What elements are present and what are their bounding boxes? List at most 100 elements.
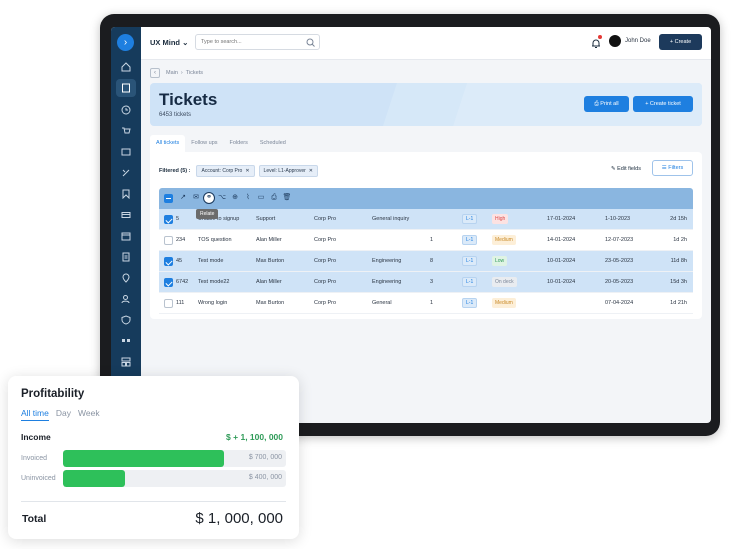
total-label: Total bbox=[22, 513, 47, 525]
divider bbox=[21, 501, 286, 502]
tab-all-time[interactable]: All time bbox=[21, 408, 49, 421]
ticket-title: Test mode bbox=[198, 258, 224, 264]
level-badge: L-1 bbox=[462, 256, 478, 266]
invoiced-bar-fill bbox=[63, 450, 224, 467]
add-circle-icon[interactable]: ⊕ bbox=[230, 193, 240, 203]
chevron-left-icon: ‹ bbox=[154, 70, 156, 76]
total-value: $ 1, 000, 000 bbox=[195, 510, 283, 527]
ticket-due-date: 23-05-2023 bbox=[605, 258, 634, 264]
ticket-id: 111 bbox=[176, 300, 185, 306]
sidebar-toggle-button[interactable]: › bbox=[117, 34, 134, 51]
ticket-title: Wrong login bbox=[198, 300, 228, 306]
ticket-account: Corp Pro bbox=[314, 300, 337, 306]
ticket-title: Test mode22 bbox=[198, 279, 230, 285]
ticket-id: 234 bbox=[176, 237, 186, 243]
avatar[interactable] bbox=[609, 35, 621, 47]
close-icon[interactable]: ✕ bbox=[245, 168, 249, 174]
print-all-button[interactable]: ⎙ Print all bbox=[584, 96, 629, 112]
breadcrumb-parent[interactable]: Main bbox=[166, 70, 178, 76]
ticket-account: Corp Pro bbox=[314, 258, 337, 264]
folder-move-icon[interactable]: ▭ bbox=[256, 193, 266, 203]
row-checkbox[interactable] bbox=[164, 236, 173, 245]
link-icon[interactable]: ⚭ bbox=[203, 192, 215, 204]
table-row[interactable]: 234 TOS question Alan Miller Corp Pro 1 L-1 Me… bbox=[159, 230, 693, 251]
workspace-switcher[interactable]: UX Mind ⌄ bbox=[150, 38, 188, 47]
ticket-created-date: 14-01-2024 bbox=[547, 237, 576, 243]
report-icon[interactable] bbox=[118, 250, 134, 264]
ticket-account: Corp Pro bbox=[314, 279, 337, 285]
notifications-button[interactable] bbox=[591, 35, 602, 54]
row-checkbox[interactable] bbox=[164, 299, 173, 308]
quote-icon[interactable] bbox=[118, 334, 134, 348]
level-badge: L-1 bbox=[462, 235, 478, 245]
search-icon bbox=[306, 38, 315, 47]
income-label: Income bbox=[21, 432, 51, 442]
edit-fields-button[interactable]: ✎ Edit fields bbox=[611, 166, 641, 172]
tab-all-tickets[interactable]: All tickets bbox=[150, 135, 186, 152]
card-icon[interactable] bbox=[118, 208, 134, 222]
table-row[interactable]: 6742 Test mode22 Alan Miller Corp Pro Engine… bbox=[159, 272, 693, 293]
ticket-count: 1 bbox=[430, 237, 434, 243]
table-row[interactable]: 5 Unable to signup Support Corp Pro General … bbox=[159, 209, 693, 230]
level-badge: L-1 bbox=[462, 214, 478, 224]
table-row[interactable]: 45 Test mode Max Burton Corp Pro Engineering… bbox=[159, 251, 693, 272]
location-icon[interactable] bbox=[118, 271, 134, 285]
chart-icon[interactable]: ⌇ bbox=[243, 193, 253, 203]
user-settings-icon[interactable] bbox=[118, 292, 134, 306]
ticket-category: General inquiry bbox=[372, 216, 410, 222]
cart-icon[interactable] bbox=[118, 124, 134, 138]
row-checkbox[interactable] bbox=[164, 278, 173, 287]
mail-icon[interactable]: ✉ bbox=[191, 193, 201, 203]
folder-icon[interactable] bbox=[118, 145, 134, 159]
merge-icon[interactable]: ⌥ bbox=[217, 193, 227, 203]
create-ticket-button[interactable]: + Create ticket bbox=[633, 96, 693, 112]
tickets-icon[interactable] bbox=[116, 79, 136, 97]
tab-scheduled[interactable]: Scheduled bbox=[254, 135, 292, 152]
bookmark-icon[interactable] bbox=[118, 187, 134, 201]
print-icon[interactable]: ⎙ bbox=[269, 193, 279, 203]
tab-folders[interactable]: Folders bbox=[224, 135, 254, 152]
dashboard-icon[interactable] bbox=[118, 355, 134, 369]
card-title: Profitability bbox=[21, 388, 85, 400]
select-all-checkbox[interactable] bbox=[164, 194, 173, 203]
breadcrumb: ‹ Main › Tickets bbox=[150, 68, 203, 78]
search-input[interactable] bbox=[201, 39, 301, 45]
close-icon[interactable]: ✕ bbox=[309, 168, 313, 174]
level-badge: L-1 bbox=[462, 298, 478, 308]
chevron-down-icon: ⌄ bbox=[182, 38, 189, 47]
ticket-id: 6742 bbox=[176, 279, 189, 285]
shield-icon[interactable] bbox=[118, 313, 134, 327]
chevron-right-icon: › bbox=[180, 70, 183, 76]
row-checkbox[interactable] bbox=[164, 257, 173, 266]
priority-badge: Medium bbox=[492, 235, 516, 245]
ticket-age: 2d 15h bbox=[670, 216, 687, 222]
ticket-category: Engineering bbox=[372, 279, 402, 285]
workspace-name: UX Mind bbox=[150, 38, 180, 47]
trash-icon[interactable]: 🗑 bbox=[282, 193, 292, 203]
back-button[interactable]: ‹ bbox=[150, 68, 160, 78]
row-checkbox[interactable] bbox=[164, 215, 173, 224]
filters-button-label: Filters bbox=[668, 165, 684, 171]
ticket-assignee: Alan Miller bbox=[256, 279, 282, 285]
tab-day[interactable]: Day bbox=[56, 408, 71, 421]
top-bar: UX Mind ⌄ John Doe + Create bbox=[141, 27, 711, 60]
user-name[interactable]: John Doe bbox=[625, 38, 651, 44]
search-box[interactable] bbox=[195, 34, 320, 50]
home-icon[interactable] bbox=[118, 60, 134, 74]
table-row[interactable]: 111 Wrong login Max Burton Corp Pro General 1… bbox=[159, 293, 693, 314]
clock-icon[interactable] bbox=[118, 103, 134, 117]
priority-badge: Low bbox=[492, 256, 508, 266]
ticket-due-date: 1-10-2023 bbox=[605, 216, 631, 222]
priority-badge: Medium bbox=[492, 298, 516, 308]
calendar-icon[interactable] bbox=[118, 229, 134, 243]
filters-button[interactable]: ☰ Filters bbox=[652, 160, 693, 176]
forward-icon[interactable]: ↗ bbox=[178, 193, 188, 203]
tablet-device: › UX Mind ⌄ Type to search... John Doe +… bbox=[100, 14, 720, 436]
uninvoiced-value: $ 400, 000 bbox=[248, 474, 282, 481]
tab-follow-ups[interactable]: Follow ups bbox=[185, 135, 223, 152]
income-value: $ + 1, 100, 000 bbox=[226, 432, 283, 442]
bell-icon bbox=[592, 39, 600, 48]
tab-week[interactable]: Week bbox=[78, 408, 100, 421]
create-button[interactable]: + Create bbox=[659, 34, 702, 50]
tools-icon[interactable] bbox=[118, 166, 134, 180]
